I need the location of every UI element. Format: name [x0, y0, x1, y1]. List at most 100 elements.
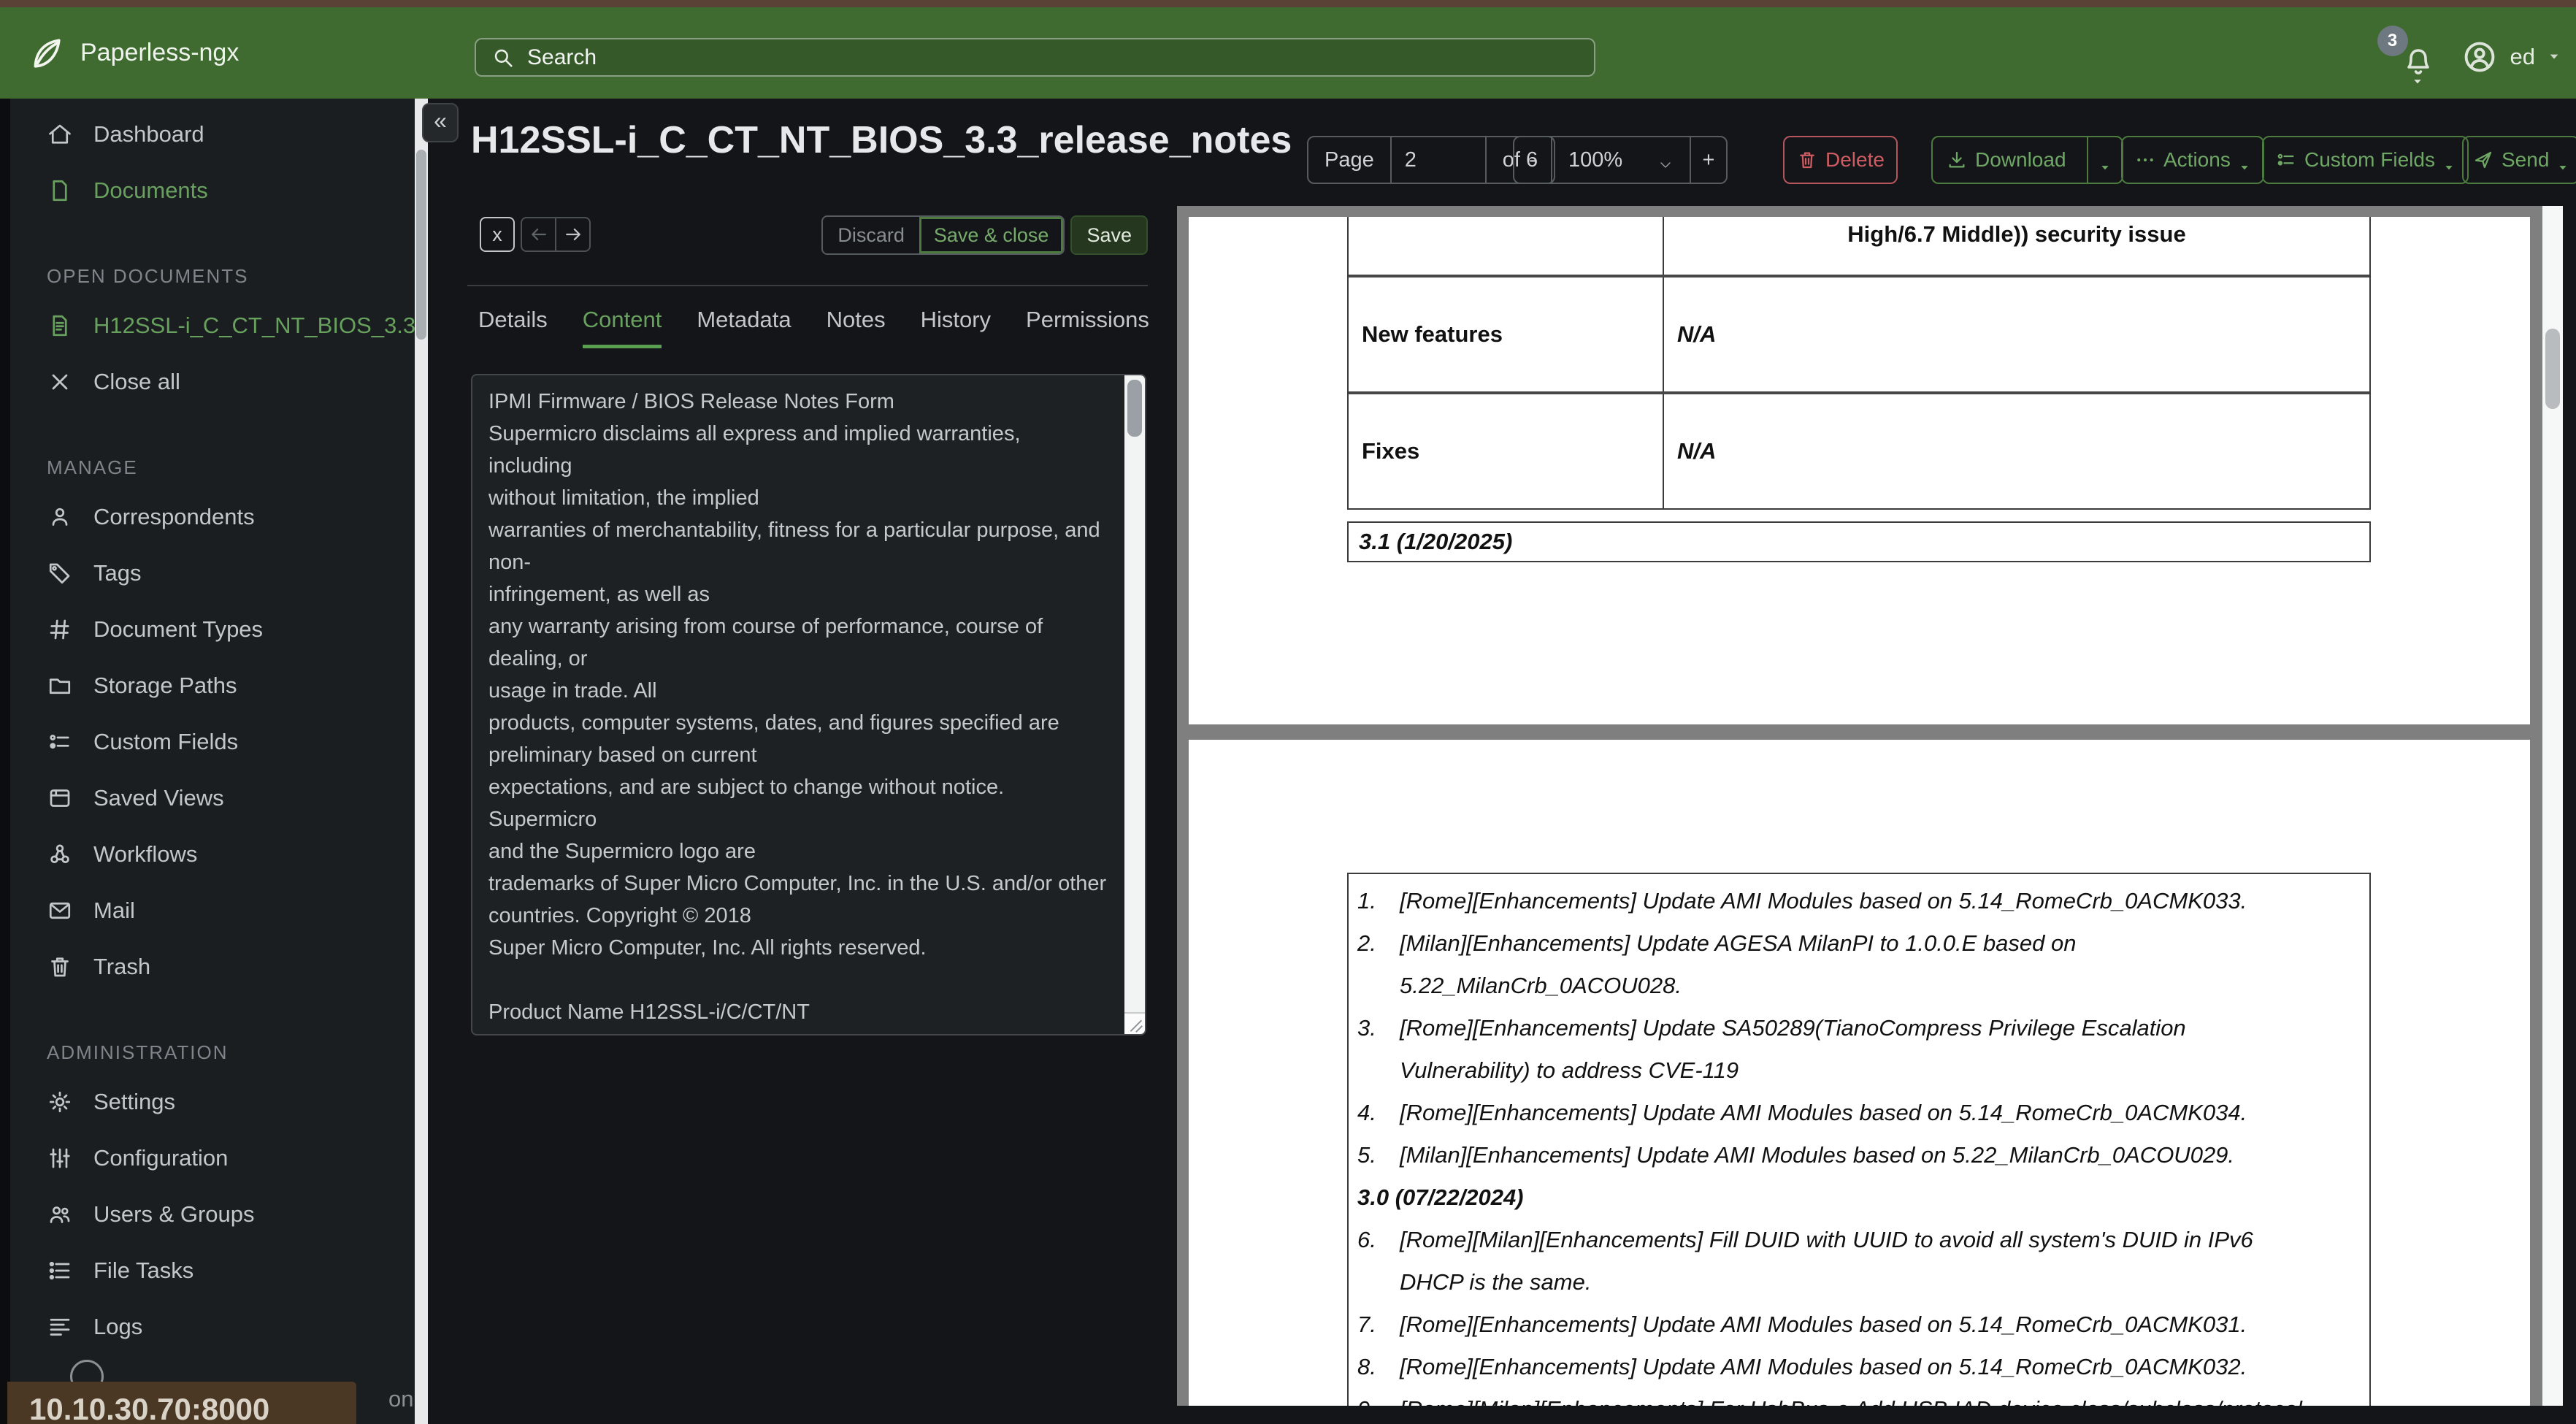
- pdf-scrollbar-thumb[interactable]: [2545, 329, 2560, 409]
- list-item-text: [Rome][Milan][Enhancements] For UsbBus-e…: [1400, 1388, 2362, 1406]
- brand[interactable]: Paperless-ngx: [28, 35, 239, 72]
- sidebar-item-h12ssl-i-c-ct-nt-bios-3-3-rel[interactable]: H12SSL-i_C_CT_NT_BIOS_3.3_rel...: [10, 297, 415, 353]
- sidebar-section-heading: MANAGE: [47, 456, 138, 478]
- tab-details[interactable]: Details: [478, 307, 548, 348]
- table-row: New features N/A: [1349, 275, 2369, 391]
- actions-label: Actions: [2163, 148, 2231, 171]
- list-item: 5. [Milan][Enhancements] Update AMI Modul…: [1357, 1134, 2362, 1176]
- custom-fields-icon: [2275, 149, 2297, 171]
- tab-history[interactable]: History: [921, 307, 991, 348]
- sidebar-item-label: Configuration: [93, 1144, 229, 1171]
- list-item-number: 9.: [1357, 1388, 1400, 1406]
- save-and-close-button[interactable]: Save & close: [919, 217, 1064, 253]
- page-number-input[interactable]: 2: [1389, 137, 1485, 183]
- textarea-resize-handle[interactable]: [1124, 1012, 1145, 1034]
- list-item: 1. [Rome][Enhancements] Update AMI Module…: [1357, 880, 2362, 922]
- sidebar-item-storage-paths[interactable]: Storage Paths: [10, 657, 415, 713]
- sidebar-scrollbar-thumb[interactable]: [416, 150, 426, 340]
- sidebar-section-heading: OPEN DOCUMENTS: [47, 264, 249, 287]
- tab-notes[interactable]: Notes: [827, 307, 886, 348]
- delete-button[interactable]: Delete: [1783, 136, 1898, 184]
- sidebar-item-label: Workflows: [93, 841, 198, 867]
- list-item-number: 7.: [1357, 1312, 1376, 1337]
- notifications-button[interactable]: 3: [2377, 25, 2439, 83]
- send-icon: [2472, 149, 2494, 171]
- sidebar-item-settings[interactable]: Settings: [10, 1073, 415, 1130]
- sidebar-item-close-all[interactable]: Close all: [10, 353, 415, 410]
- sidebar-item-label: Storage Paths: [93, 672, 237, 698]
- list-item: 3. [Rome][Enhancements] Update SA50289(Ti…: [1357, 1007, 2362, 1092]
- list-item-text: [Rome][Enhancements] Update AMI Modules …: [1400, 1312, 2247, 1337]
- sidebar-scrollbar[interactable]: [415, 99, 428, 1424]
- caret-down-icon: [2442, 155, 2456, 170]
- nav-forward-button[interactable]: [555, 218, 589, 250]
- textarea-scrollbar-thumb[interactable]: [1127, 380, 1142, 437]
- actions-button[interactable]: Actions: [2121, 136, 2264, 184]
- sidebar-item-label: Saved Views: [93, 784, 224, 811]
- ellipsis-icon: [2134, 149, 2156, 171]
- list-item: 2. [Milan][Enhancements] Update AGESA Mil…: [1357, 922, 2362, 1007]
- content-textarea[interactable]: IPMI Firmware / BIOS Release Notes Form …: [471, 374, 1146, 1036]
- feather-logo-icon: [28, 35, 64, 72]
- tab-metadata[interactable]: Metadata: [697, 307, 791, 348]
- custom-fields-button[interactable]: Custom Fields: [2262, 136, 2469, 184]
- send-button[interactable]: Send: [2462, 136, 2576, 184]
- sidebar-item-label: H12SSL-i_C_CT_NT_BIOS_3.3_rel...: [93, 312, 415, 338]
- sidebar-item-document-types[interactable]: Document Types: [10, 601, 415, 657]
- table-row: High/6.7 Middle)) security issue: [1349, 217, 2369, 275]
- divider: [467, 285, 1148, 286]
- sliders-icon: [47, 1145, 73, 1171]
- sidebar-item-label: Tags: [93, 559, 142, 586]
- list-item: 4. [Rome][Enhancements] Update AMI Module…: [1357, 1092, 2362, 1134]
- download-dropdown-button[interactable]: [2086, 137, 2122, 183]
- sidebar-item-correspondents[interactable]: Correspondents: [10, 489, 415, 545]
- user-menu[interactable]: ed: [2461, 38, 2561, 76]
- sidebar-item-mail[interactable]: Mail: [10, 882, 415, 938]
- page-label: Page: [1325, 148, 1374, 172]
- discard-button[interactable]: Discard: [823, 217, 919, 253]
- list-item-text: [Milan][Enhancements] Update AGESA Milan…: [1400, 930, 2077, 998]
- tab-content[interactable]: Content: [582, 307, 662, 348]
- sidebar-item-documents[interactable]: Documents: [10, 162, 415, 218]
- download-button[interactable]: Download: [1931, 136, 2123, 184]
- custom-fields-label: Custom Fields: [2304, 148, 2435, 171]
- sidebar-item-workflows[interactable]: Workflows: [10, 826, 415, 882]
- save-button[interactable]: Save: [1070, 215, 1148, 255]
- sidebar-item-users-groups[interactable]: Users & Groups: [10, 1186, 415, 1242]
- sidebar-item-logs[interactable]: Logs: [10, 1298, 415, 1355]
- nav-back-button[interactable]: [522, 218, 555, 250]
- pdf-viewer[interactable]: High/6.7 Middle)) security issue New fea…: [1177, 206, 2563, 1406]
- sidebar-item-tags[interactable]: Tags: [10, 545, 415, 601]
- sidebar-item-custom-fields[interactable]: Custom Fields: [10, 713, 415, 770]
- list-item: 8. [Rome][Enhancements] Update AMI Module…: [1357, 1346, 2362, 1388]
- zoom-out-button[interactable]: -: [1514, 137, 1551, 183]
- sidebar-item-label: Correspondents: [93, 503, 255, 529]
- zoom-in-button[interactable]: +: [1690, 137, 1726, 183]
- tab-permissions[interactable]: Permissions: [1026, 307, 1149, 348]
- list-item-text: [Rome][Enhancements] Update AMI Modules …: [1400, 888, 2247, 914]
- pdf-scrollbar[interactable]: [2542, 206, 2563, 1406]
- tag-icon: [47, 560, 73, 586]
- bell-icon: [2401, 45, 2436, 80]
- list-item-number: 5.: [1357, 1142, 1376, 1168]
- search-input[interactable]: Search: [475, 38, 1595, 77]
- sidebar-item-file-tasks[interactable]: File Tasks: [10, 1242, 415, 1298]
- sidebar-item-label: Settings: [93, 1088, 176, 1114]
- zoom-level-select[interactable]: 100%: [1551, 137, 1690, 183]
- close-document-button[interactable]: x: [480, 217, 515, 252]
- list-item-number: 6.: [1357, 1227, 1376, 1252]
- sidebar-item-label: File Tasks: [93, 1257, 194, 1283]
- sidebar-item-label: Dashboard: [93, 120, 204, 147]
- send-label: Send: [2502, 148, 2550, 171]
- collapse-sidebar-button[interactable]: «: [422, 103, 459, 142]
- version-heading: 3.0 (07/22/2024): [1357, 1184, 1524, 1210]
- sidebar-item-trash[interactable]: Trash: [10, 938, 415, 995]
- sidebar-item-dashboard[interactable]: Dashboard: [10, 106, 415, 162]
- textarea-scrollbar[interactable]: [1124, 375, 1145, 1012]
- chevron-down-icon: [1657, 153, 1674, 168]
- sidebar-item-configuration[interactable]: Configuration: [10, 1130, 415, 1186]
- app-window: Paperless-ngx Search 3 ed Dashboard Docum…: [0, 0, 2576, 1424]
- list-item: 6. [Rome][Milan][Enhancements] Fill DUID …: [1357, 1219, 2362, 1304]
- pdf-page-1: High/6.7 Middle)) security issue New fea…: [1189, 217, 2530, 724]
- sidebar-item-saved-views[interactable]: Saved Views: [10, 770, 415, 826]
